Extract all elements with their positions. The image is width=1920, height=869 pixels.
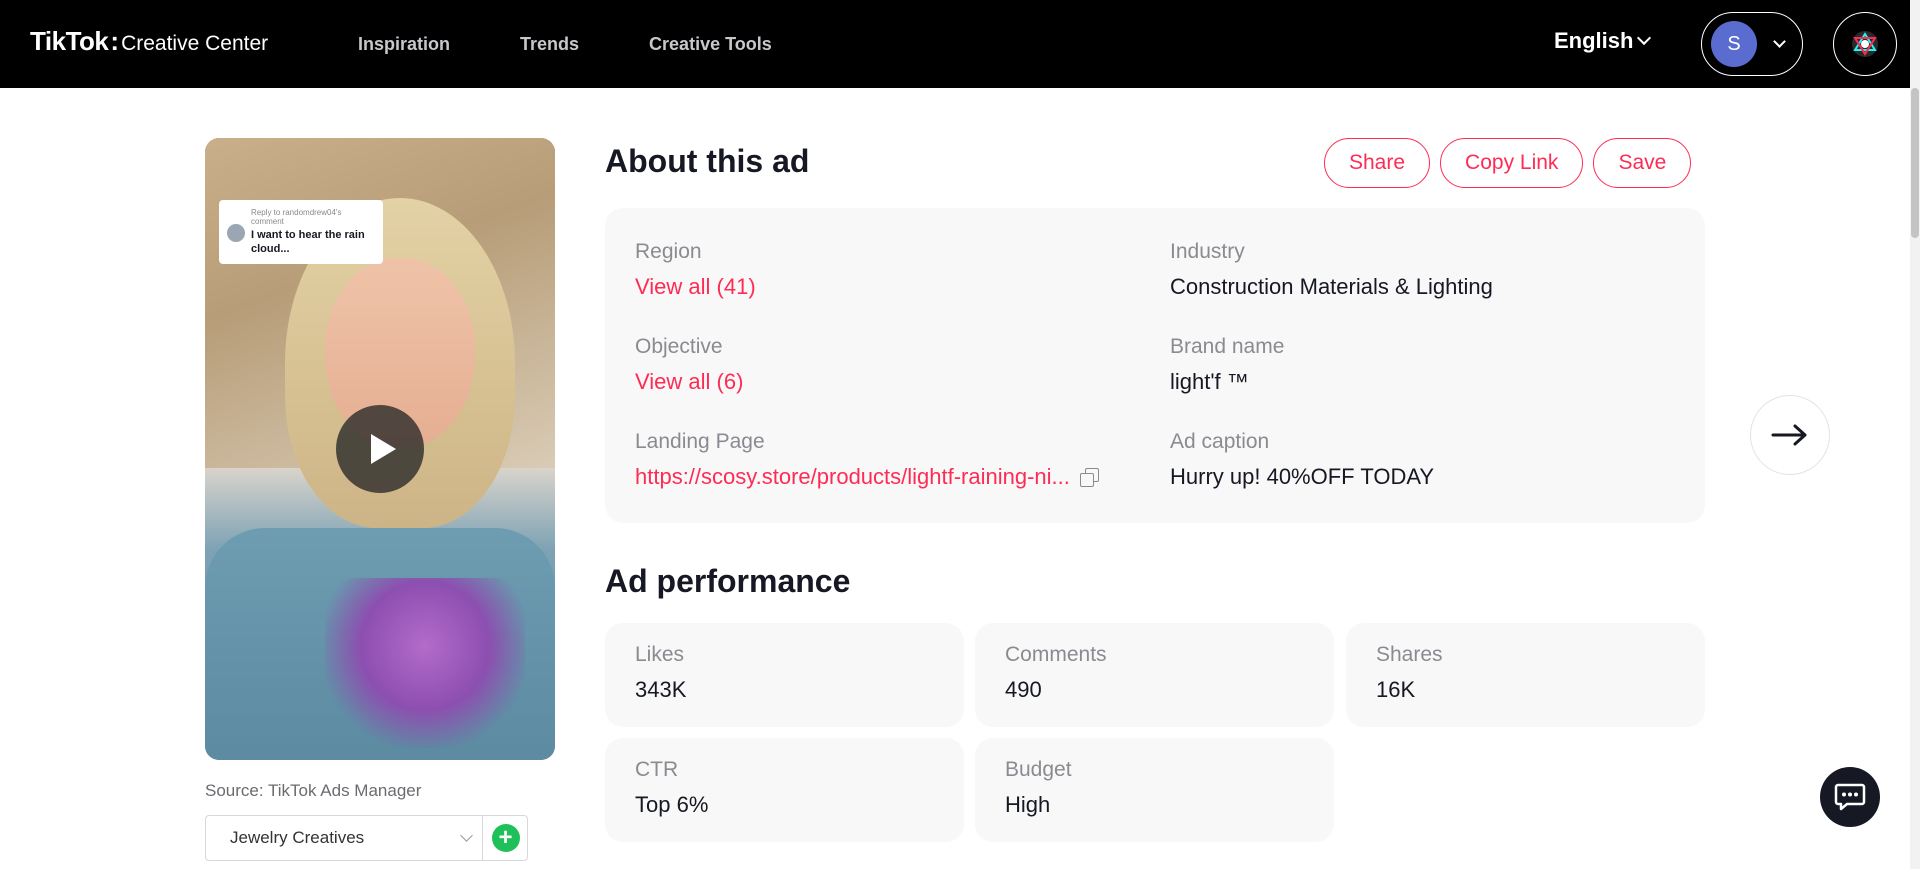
nav-creative-tools[interactable]: Creative Tools (649, 34, 772, 55)
likes-value: 343K (635, 677, 687, 702)
add-to-collection-button[interactable]: + (482, 816, 528, 860)
comments-label: Comments (1005, 643, 1107, 666)
save-button[interactable]: Save (1593, 138, 1692, 188)
region-field: Region View all (41) (635, 240, 756, 300)
shares-label: Shares (1376, 643, 1443, 666)
chevron-down-icon (1637, 30, 1652, 46)
metric-likes: Likes 343K (605, 623, 964, 727)
ad-actions: Share Copy Link Save (1324, 138, 1692, 188)
about-title: About this ad (605, 143, 810, 179)
shares-value: 16K (1376, 677, 1416, 702)
industry-label: Industry (1170, 240, 1245, 263)
ctr-value: Top 6% (635, 792, 709, 817)
brand-name-label: Brand name (1170, 335, 1285, 358)
copy-link-button[interactable]: Copy Link (1440, 138, 1584, 188)
share-button[interactable]: Share (1324, 138, 1431, 188)
objective-label: Objective (635, 335, 723, 358)
tiktok-app-icon (1852, 31, 1878, 57)
play-button[interactable] (336, 405, 424, 493)
scrollbar-thumb[interactable] (1911, 88, 1919, 238)
metric-shares: Shares 16K (1346, 623, 1705, 727)
ad-caption-value: Hurry up! 40%OFF TODAY (1170, 464, 1435, 489)
chevron-down-icon (1773, 34, 1786, 48)
brand-name-field: Brand name light'f ™ (1170, 335, 1284, 395)
metric-ctr: CTR Top 6% (605, 738, 964, 842)
account-menu[interactable]: S (1701, 12, 1803, 76)
top-nav-bar: TikTok : Creative Center Inspiration Tre… (0, 0, 1910, 88)
brand-name-value: light'f ™ (1170, 369, 1249, 394)
ad-caption-label: Ad caption (1170, 430, 1270, 453)
app-switcher-button[interactable] (1833, 12, 1897, 76)
logo-separator: : (110, 26, 120, 56)
budget-value: High (1005, 792, 1051, 817)
metric-budget: Budget High (975, 738, 1334, 842)
main-nav: Inspiration Trends Creative Tools (358, 0, 772, 88)
arrow-right-icon (1771, 424, 1807, 446)
ad-caption-field: Ad caption Hurry up! 40%OFF TODAY (1170, 430, 1434, 490)
landing-page-label: Landing Page (635, 430, 765, 453)
comment-text: I want to hear the rain cloud... (251, 229, 365, 255)
play-icon (370, 434, 396, 464)
video-comment-sticker: Reply to randomdrew04's comment I want t… (219, 200, 383, 264)
language-label: English (1554, 28, 1634, 53)
region-view-all-link[interactable]: View all (41) (635, 274, 756, 300)
comments-value: 490 (1005, 677, 1042, 702)
logo-product: Creative Center (121, 32, 269, 55)
ctr-label: CTR (635, 758, 679, 781)
logo[interactable]: TikTok : Creative Center (30, 26, 268, 57)
language-selector[interactable]: English (1554, 28, 1652, 54)
chat-support-button[interactable] (1820, 767, 1880, 827)
metric-comments: Comments 490 (975, 623, 1334, 727)
landing-page-field: Landing Page https://scosy.store/product… (635, 430, 1099, 490)
collection-selector[interactable]: Jewelry Creatives + (205, 815, 528, 861)
objective-view-all-link[interactable]: View all (6) (635, 369, 743, 395)
landing-page-link[interactable]: https://scosy.store/products/lightf-rain… (635, 464, 1070, 489)
plus-icon: + (491, 824, 520, 852)
region-label: Region (635, 240, 702, 263)
objective-field: Objective View all (6) (635, 335, 743, 395)
chat-icon (1834, 783, 1866, 811)
comment-avatar (227, 224, 245, 242)
video-shirt-print (325, 578, 525, 748)
nav-inspiration[interactable]: Inspiration (358, 34, 450, 55)
nav-trends[interactable]: Trends (520, 34, 579, 55)
collection-selected: Jewelry Creatives (230, 828, 365, 847)
avatar: S (1711, 21, 1757, 67)
ad-details-card: Region View all (41) Industry Constructi… (605, 208, 1705, 523)
comment-reply-label: Reply to randomdrew04's comment (251, 208, 342, 226)
industry-value: Construction Materials & Lighting (1170, 274, 1493, 299)
next-ad-button[interactable] (1750, 395, 1830, 475)
performance-title: Ad performance (605, 563, 851, 599)
copy-icon[interactable] (1079, 468, 1099, 487)
logo-brand: TikTok (30, 26, 109, 56)
budget-label: Budget (1005, 758, 1072, 781)
industry-field: Industry Construction Materials & Lighti… (1170, 240, 1493, 300)
ad-video-player[interactable]: Reply to randomdrew04's comment I want t… (205, 138, 555, 760)
likes-label: Likes (635, 643, 685, 666)
source-label: Source: TikTok Ads Manager (205, 781, 422, 800)
